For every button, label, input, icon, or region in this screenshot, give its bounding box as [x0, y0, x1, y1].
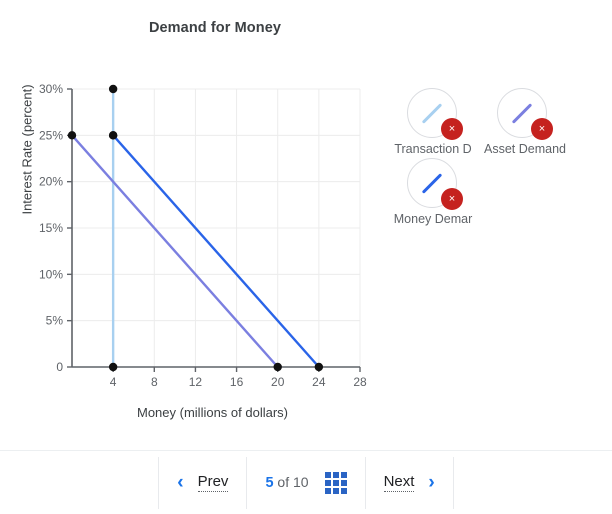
grid-cell — [324, 479, 331, 486]
grid-cell — [332, 479, 339, 486]
legend-swatch: × — [407, 88, 463, 140]
next-button[interactable]: Next › — [364, 456, 454, 509]
svg-text:20: 20 — [271, 375, 285, 389]
legend-item-money-demand[interactable]: × Money Demar — [390, 158, 476, 226]
pagination-bar: ‹ Prev 5 of 10 Next › — [0, 450, 612, 514]
chevron-left-icon[interactable]: ‹ — [177, 473, 183, 492]
pagination-inner: ‹ Prev 5 of 10 Next › — [158, 456, 454, 509]
legend-swatch: × — [407, 158, 463, 210]
page-counter: 5 of 10 — [265, 474, 308, 491]
axis-ticks — [67, 88, 361, 372]
legend-item-label: Asset Demand — [484, 142, 566, 156]
remove-series-icon[interactable]: × — [441, 118, 463, 140]
total-pages: 10 — [292, 474, 309, 490]
grid-cell — [332, 471, 339, 478]
of-label: of — [277, 474, 290, 490]
grid-cell — [332, 487, 339, 494]
legend-item-label: Transaction D — [394, 142, 472, 156]
svg-text:30%: 30% — [39, 82, 63, 96]
svg-text:25%: 25% — [39, 128, 63, 142]
grid-cell — [324, 471, 331, 478]
grid-cell — [340, 471, 347, 478]
grid-cell — [340, 479, 347, 486]
svg-text:0: 0 — [56, 360, 63, 374]
next-label[interactable]: Next — [383, 473, 415, 492]
legend-row: × Transaction D × Asset Demand — [390, 88, 566, 156]
svg-text:10%: 10% — [39, 267, 63, 281]
legend-swatch: × — [497, 88, 553, 140]
grid-view-icon[interactable] — [324, 471, 347, 494]
prev-label[interactable]: Prev — [197, 473, 229, 492]
legend-item-transaction-demand[interactable]: × Transaction D — [390, 88, 476, 156]
svg-text:24: 24 — [312, 375, 326, 389]
chevron-right-icon[interactable]: › — [428, 473, 434, 492]
remove-series-icon[interactable]: × — [441, 188, 463, 210]
svg-text:28: 28 — [353, 375, 367, 389]
legend-item-asset-demand[interactable]: × Asset Demand — [480, 88, 566, 156]
svg-text:20%: 20% — [39, 175, 63, 189]
svg-text:16: 16 — [230, 375, 244, 389]
legend-item-label: Money Demar — [393, 212, 473, 226]
legend-row: × Money Demar — [390, 158, 476, 226]
remove-series-icon[interactable]: × — [531, 118, 553, 140]
page-counter-cell[interactable]: 5 of 10 — [246, 456, 364, 509]
svg-text:4: 4 — [110, 375, 117, 389]
gridlines — [72, 88, 361, 367]
current-page: 5 — [265, 475, 274, 491]
prev-button[interactable]: ‹ Prev — [158, 456, 246, 509]
grid-cell — [324, 487, 331, 494]
svg-text:8: 8 — [151, 375, 158, 389]
svg-text:15%: 15% — [39, 221, 63, 235]
chart-legend: × Transaction D × Asset Demand × Money D… — [390, 88, 612, 228]
grid-cell — [340, 487, 347, 494]
svg-text:12: 12 — [189, 375, 203, 389]
svg-text:5%: 5% — [46, 314, 64, 328]
